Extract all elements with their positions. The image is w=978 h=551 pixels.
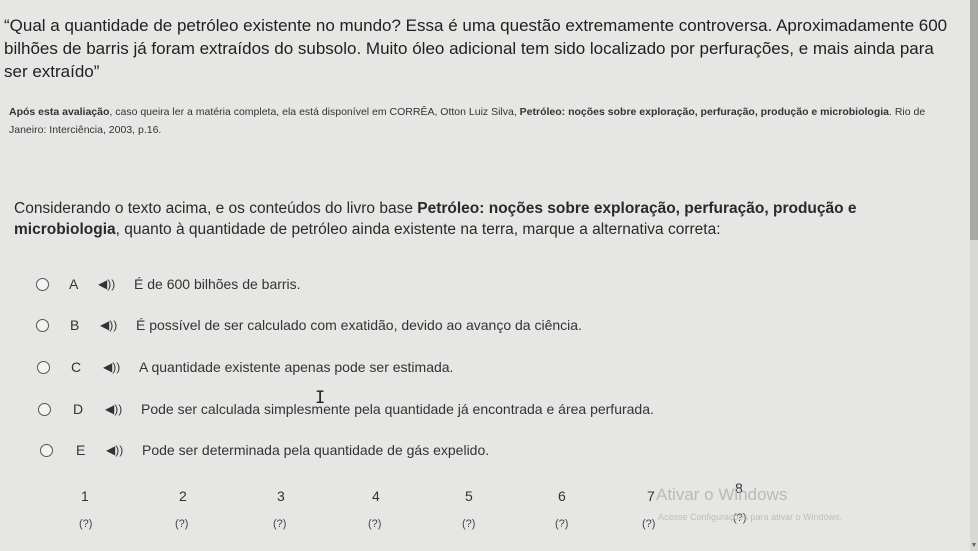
alternative-b-letter: B bbox=[70, 317, 80, 333]
scrollbar-thumb[interactable] bbox=[970, 0, 978, 240]
nav-status-3[interactable]: (?) bbox=[273, 518, 286, 530]
citation-lead: Após esta avaliação bbox=[9, 106, 110, 118]
nav-status-5[interactable]: (?) bbox=[462, 518, 475, 530]
alternative-a-text: É de 600 bilhões de barris. bbox=[134, 276, 301, 292]
nav-status-7[interactable]: (?) bbox=[642, 518, 655, 530]
speaker-icon[interactable]: ◀)) bbox=[106, 443, 123, 457]
nav-status-4[interactable]: (?) bbox=[368, 518, 381, 530]
alternative-e-text: Pode ser determinada pela quantidade de … bbox=[142, 442, 490, 458]
radio-d[interactable] bbox=[38, 402, 51, 416]
windows-activation-subtitle: Acesse Configurações para ativar o Windo… bbox=[658, 512, 843, 522]
radio-a[interactable] bbox=[36, 277, 49, 291]
alternative-a-letter: A bbox=[69, 276, 79, 292]
nav-status-6[interactable]: (?) bbox=[555, 518, 568, 530]
alternative-c-text: A quantidade existente apenas pode ser e… bbox=[139, 359, 454, 375]
question-part2: , quanto à quantidade de petróleo ainda … bbox=[115, 221, 721, 238]
windows-activation-title: Ativar o Windows bbox=[656, 485, 788, 504]
speaker-icon[interactable]: ◀)) bbox=[98, 277, 115, 291]
question-part1: Considerando o texto acima, e os conteúd… bbox=[14, 200, 418, 217]
citation-text1: , caso queira ler a matéria completa, el… bbox=[109, 106, 520, 118]
alternative-d-text: Pode ser calculada simplesmente pela qua… bbox=[141, 401, 654, 417]
citation: Após esta avaliação, caso queira ler a m… bbox=[9, 103, 964, 139]
alternative-b-text: É possível de ser calculado com exatidão… bbox=[136, 317, 582, 333]
scroll-down-arrow-icon[interactable]: ▼ bbox=[970, 542, 978, 549]
question-text: Considerando o texto acima, e os conteúd… bbox=[14, 198, 964, 240]
nav-question-4[interactable]: 4 bbox=[372, 488, 380, 504]
nav-status-2[interactable]: (?) bbox=[175, 518, 188, 530]
alternative-c-letter: C bbox=[71, 359, 82, 375]
radio-b[interactable] bbox=[36, 318, 49, 332]
speaker-icon[interactable]: ◀)) bbox=[105, 402, 122, 416]
radio-e[interactable] bbox=[40, 443, 53, 457]
nav-question-3[interactable]: 3 bbox=[277, 488, 285, 504]
nav-question-5[interactable]: 5 bbox=[465, 488, 473, 504]
nav-question-6[interactable]: 6 bbox=[558, 488, 566, 504]
speaker-icon[interactable]: ◀)) bbox=[103, 360, 120, 374]
radio-c[interactable] bbox=[37, 360, 50, 374]
nav-question-1[interactable]: 1 bbox=[81, 488, 89, 504]
quote-text: “Qual a quantidade de petróleo existente… bbox=[4, 16, 948, 81]
citation-title: Petróleo: noções sobre exploração, perfu… bbox=[519, 106, 890, 118]
speaker-icon[interactable]: ◀)) bbox=[100, 318, 117, 332]
alternative-e-letter: E bbox=[76, 442, 86, 458]
nav-status-1[interactable]: (?) bbox=[79, 518, 92, 530]
vertical-scrollbar[interactable]: ▼ bbox=[970, 0, 978, 551]
alternative-d-letter: D bbox=[73, 401, 84, 417]
text-cursor-icon: I bbox=[315, 388, 326, 408]
nav-question-2[interactable]: 2 bbox=[179, 488, 187, 504]
nav-question-7[interactable]: 7 bbox=[647, 488, 655, 504]
